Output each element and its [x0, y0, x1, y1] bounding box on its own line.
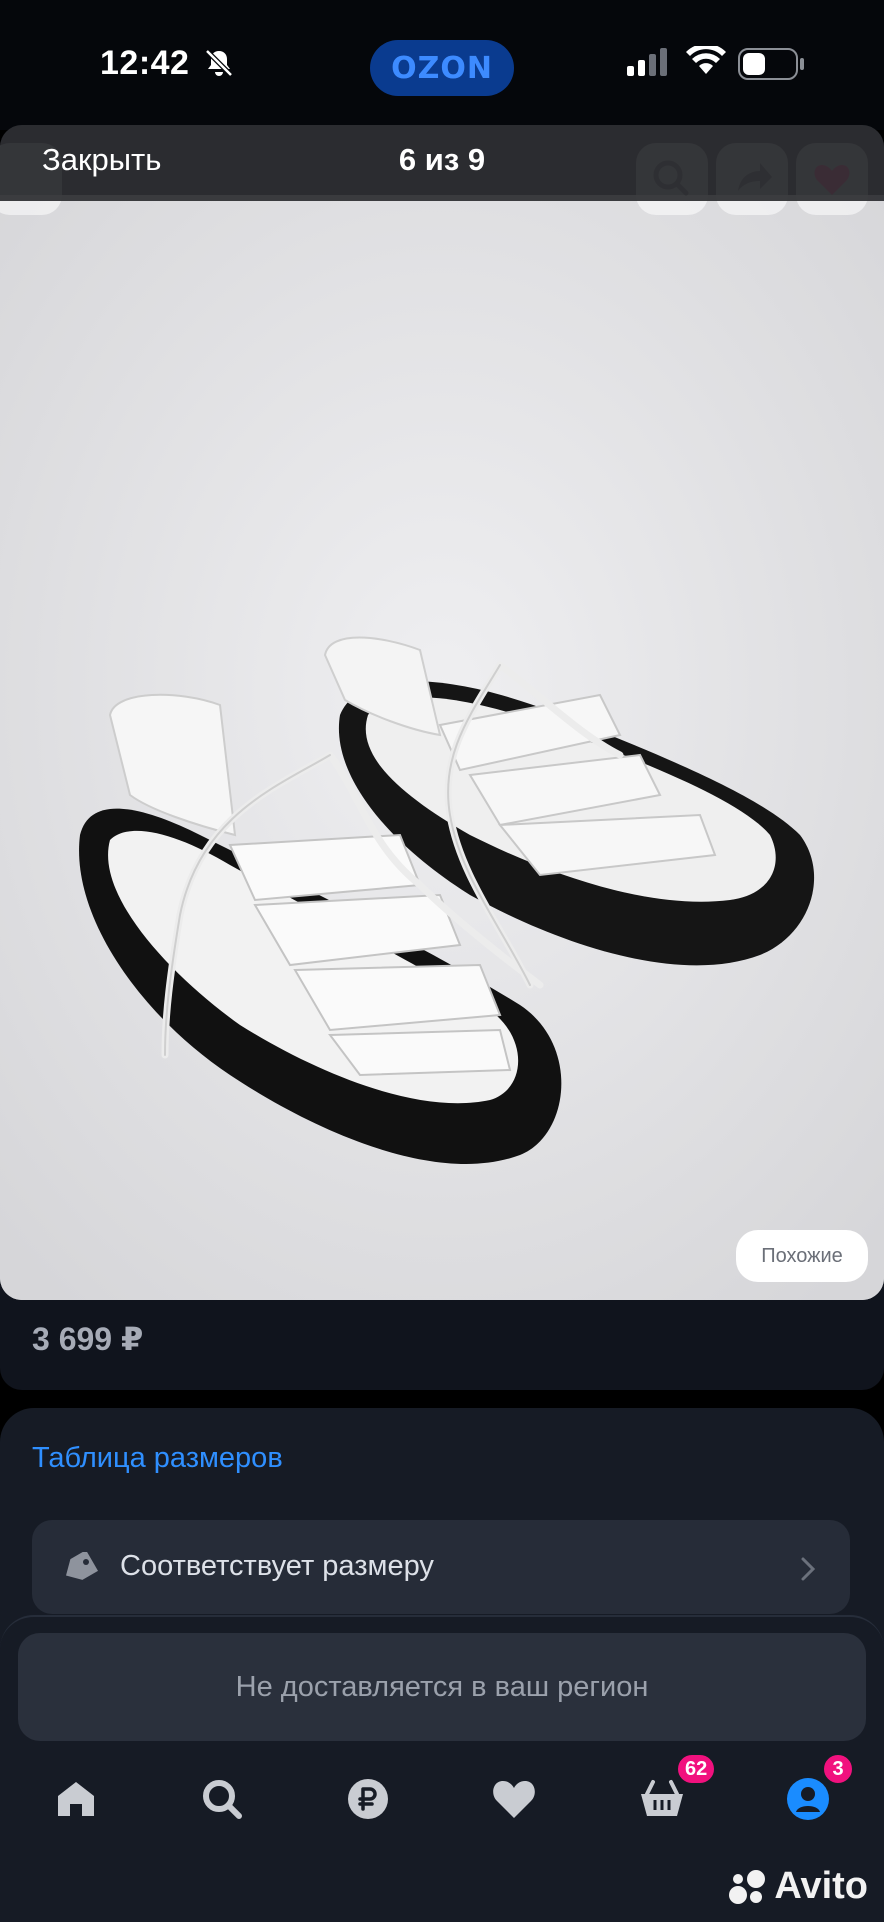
- delivery-notice: Не доставляется в ваш регион: [18, 1633, 866, 1741]
- size-fit-row[interactable]: Соответствует размеру: [32, 1520, 850, 1614]
- chevron-right-icon: [801, 1557, 816, 1581]
- nav-payments[interactable]: [336, 1767, 400, 1831]
- ozon-badge: OZON: [370, 40, 514, 96]
- nav-favorites[interactable]: [482, 1767, 546, 1831]
- similar-button[interactable]: Похожие: [736, 1230, 868, 1282]
- ozon-logo-text: OZON: [391, 50, 493, 86]
- size-table-link[interactable]: Таблица размеров: [32, 1442, 283, 1475]
- avito-logo-icon: [729, 1869, 766, 1904]
- product-photo[interactable]: Похожие: [0, 195, 884, 1300]
- sandals-image: [0, 195, 884, 1300]
- status-bar: 12:42 OZON: [0, 0, 884, 130]
- status-time: 12:42: [100, 44, 190, 82]
- product-card: Похожие Закрыть 6 из 9 3 699 ₽: [0, 125, 884, 1390]
- ruble-icon: [348, 1779, 388, 1819]
- wifi-icon: [686, 46, 726, 74]
- avito-text: Avito: [774, 1865, 868, 1907]
- size-fit-label: Соответствует размеру: [120, 1550, 434, 1582]
- tag-icon: [66, 1552, 98, 1580]
- image-counter: 6 из 9: [398, 142, 486, 177]
- basket-icon: [641, 1780, 683, 1816]
- profile-icon: [787, 1778, 829, 1820]
- heart-icon: [493, 1781, 535, 1818]
- bottom-panel: Не доставляется в ваш регион 62 3 Avito: [0, 1615, 884, 1922]
- battery-icon: [738, 48, 804, 80]
- viewer-header: Закрыть 6 из 9: [0, 125, 884, 201]
- search-icon: [203, 1780, 242, 1819]
- nav-home[interactable]: [44, 1767, 108, 1831]
- bottom-nav: 62 3: [0, 1753, 884, 1847]
- home-icon: [58, 1782, 94, 1816]
- avito-watermark: Avito: [728, 1865, 868, 1908]
- profile-badge: 3: [822, 1753, 854, 1785]
- bell-slash-icon: [205, 49, 233, 77]
- signal-icon: [627, 48, 667, 76]
- cart-badge: 62: [676, 1753, 717, 1785]
- product-price: 3 699 ₽: [32, 1321, 144, 1357]
- nav-search[interactable]: [190, 1767, 254, 1831]
